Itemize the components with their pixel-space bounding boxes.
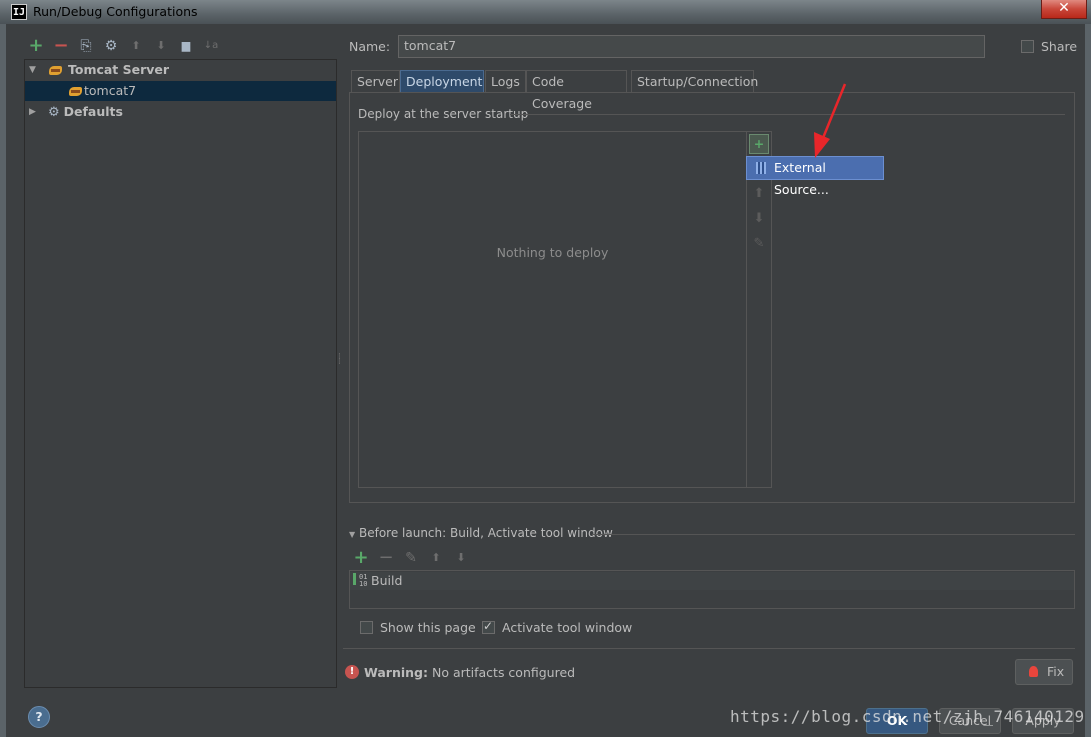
collapse-arrow-icon: ▼ xyxy=(349,530,356,539)
section-divider xyxy=(510,114,1065,115)
build-label: Build xyxy=(371,573,403,588)
move-down-icon[interactable]: ⬇ xyxy=(453,550,469,566)
deployment-list[interactable] xyxy=(358,131,747,488)
remove-task-icon[interactable]: − xyxy=(378,549,394,567)
name-input[interactable]: tomcat7 xyxy=(398,35,985,58)
window-title: Run/Debug Configurations xyxy=(33,4,198,19)
folder-icon[interactable]: ▆ xyxy=(178,38,194,54)
deployment-toolbar xyxy=(746,131,772,488)
tab-deployment[interactable]: Deployment xyxy=(400,70,484,92)
activate-tool-window-label: Activate tool window xyxy=(502,620,633,635)
build-icon xyxy=(353,573,356,585)
edit-task-icon[interactable]: ✎ xyxy=(403,550,419,566)
edit-defaults-icon[interactable]: ⚙ xyxy=(103,38,119,54)
external-source-menu-item[interactable]: External Source... xyxy=(746,156,884,197)
activate-tool-window-checkbox[interactable] xyxy=(482,619,495,634)
move-down-icon[interactable]: ⬇ xyxy=(153,38,169,54)
title-bar: IJ Run/Debug Configurations ✕ xyxy=(0,0,1091,25)
move-down-icon[interactable]: ⬇ xyxy=(751,211,767,226)
sort-icon[interactable]: ↓a xyxy=(203,38,219,54)
tree-item-label: Defaults xyxy=(63,104,123,119)
share-checkbox[interactable] xyxy=(1021,40,1034,53)
share-label: Share xyxy=(1041,39,1078,54)
menu-item-label: External Source... xyxy=(774,160,829,197)
add-deployment-button[interactable]: + xyxy=(749,134,769,154)
edit-pencil-icon[interactable]: ✎ xyxy=(751,236,767,251)
tab-server[interactable]: Server xyxy=(351,70,400,92)
warning-bold: Warning: xyxy=(364,665,428,680)
tab-startup-connection[interactable]: Startup/Connection xyxy=(631,70,758,92)
defaults-gear-icon: ⚙ xyxy=(48,105,60,120)
external-source-icon xyxy=(756,162,766,174)
warning-text: No artifacts configured xyxy=(431,665,576,680)
show-page-label: Show this page xyxy=(380,620,476,635)
tree-item-tomcat7[interactable]: tomcat7 xyxy=(25,81,336,101)
show-page-checkbox[interactable] xyxy=(360,621,373,634)
collapse-arrow-icon[interactable]: ▶ xyxy=(29,102,36,122)
fix-button[interactable]: Fix xyxy=(1015,659,1073,685)
move-up-icon[interactable]: ⬆ xyxy=(128,38,144,54)
window-frame-right xyxy=(1085,24,1091,737)
tab-logs[interactable]: Logs xyxy=(485,70,526,92)
copy-icon[interactable]: ⎘ xyxy=(78,38,94,54)
tomcat-icon xyxy=(68,85,84,99)
name-label: Name: xyxy=(349,39,391,54)
move-up-icon[interactable]: ⬆ xyxy=(428,550,444,566)
list-item-build[interactable]: 01 10 Build xyxy=(350,572,1074,590)
bulb-icon xyxy=(1029,666,1038,677)
tree-item-label: tomcat7 xyxy=(84,83,137,98)
tree-item-label: Tomcat Server xyxy=(67,62,170,77)
window-close-button[interactable]: ✕ xyxy=(1041,0,1087,19)
section-divider xyxy=(592,534,1075,535)
warning-icon: ! xyxy=(345,665,359,679)
add-icon[interactable]: + xyxy=(28,37,44,55)
remove-icon[interactable]: − xyxy=(53,37,69,55)
move-up-icon[interactable]: ⬆ xyxy=(751,186,767,201)
watermark-text: https://blog.csdn.net/zjh_746140129 xyxy=(730,707,1085,726)
tree-item-tomcat-server[interactable]: ▼ Tomcat Server xyxy=(25,60,336,80)
tree-item-defaults[interactable]: ▶ ⚙ Defaults xyxy=(25,102,336,122)
tab-code-coverage[interactable]: Code Coverage xyxy=(526,70,627,111)
before-launch-header[interactable]: ▼ Before launch: Build, Activate tool wi… xyxy=(349,526,613,540)
warning-message: Warning: No artifacts configured xyxy=(364,665,575,680)
section-divider xyxy=(343,648,1075,649)
binary-icon: 01 10 xyxy=(359,573,368,588)
configuration-tree xyxy=(24,59,337,688)
splitter-handle[interactable]: ⁞ ⁞ xyxy=(338,353,341,367)
tomcat-icon xyxy=(48,64,64,78)
deploy-section-title: Deploy at the server startup xyxy=(358,107,529,121)
before-launch-title: Before launch: Build, Activate tool wind… xyxy=(358,526,613,540)
expand-arrow-icon[interactable]: ▼ xyxy=(29,60,36,80)
add-task-icon[interactable]: + xyxy=(353,549,369,567)
empty-deploy-text: Nothing to deploy xyxy=(496,245,609,260)
intellij-app-icon: IJ xyxy=(11,4,27,20)
fix-label: Fix xyxy=(1047,664,1065,679)
help-button[interactable]: ? xyxy=(28,706,50,728)
